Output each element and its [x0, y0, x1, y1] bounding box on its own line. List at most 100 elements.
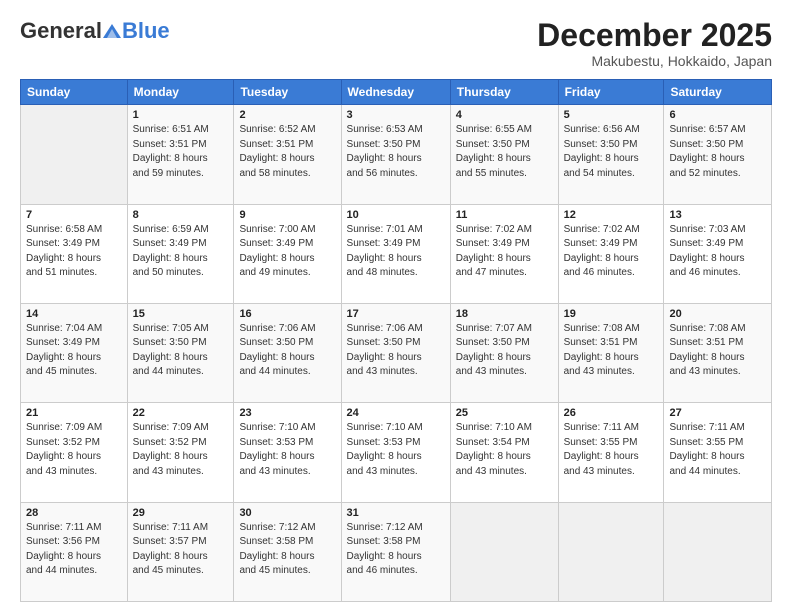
calendar-cell: 19 Sunrise: 7:08 AMSunset: 3:51 PMDayligh… [558, 303, 664, 402]
calendar-cell: 5 Sunrise: 6:56 AMSunset: 3:50 PMDaylight… [558, 105, 664, 204]
day-info: Sunrise: 6:59 AMSunset: 3:49 PMDaylight:… [133, 223, 229, 281]
day-info: Sunrise: 7:02 AMSunset: 3:49 PMDaylight:… [456, 223, 553, 281]
calendar-cell: 27 Sunrise: 7:11 AMSunset: 3:55 PMDayligh… [664, 403, 772, 502]
day-info: Sunrise: 7:06 AMSunset: 3:50 PMDaylight:… [347, 322, 445, 380]
day-number: 5 [564, 109, 659, 121]
weekday-header-thursday: Thursday [450, 80, 558, 105]
location: Makubestu, Hokkaido, Japan [537, 53, 772, 69]
day-info: Sunrise: 7:10 AMSunset: 3:54 PMDaylight:… [456, 421, 553, 479]
calendar-cell: 12 Sunrise: 7:02 AMSunset: 3:49 PMDayligh… [558, 204, 664, 303]
calendar-cell [450, 502, 558, 601]
weekday-header-sunday: Sunday [21, 80, 128, 105]
calendar-cell: 20Sunrise: 7:08 AMSunset: 3:51 PMDayligh… [664, 303, 772, 402]
header: General Blue December 2025 Makubestu, Ho… [20, 18, 772, 69]
day-info: Sunrise: 6:56 AMSunset: 3:50 PMDaylight:… [564, 123, 659, 181]
day-number: 19 [564, 308, 659, 320]
day-number: 28 [26, 507, 122, 519]
calendar-cell: 10 Sunrise: 7:01 AMSunset: 3:49 PMDayligh… [341, 204, 450, 303]
calendar-cell: 15 Sunrise: 7:05 AMSunset: 3:50 PMDayligh… [127, 303, 234, 402]
logo-icon [103, 24, 121, 38]
day-number: 15 [133, 308, 229, 320]
day-info: Sunrise: 7:06 AMSunset: 3:50 PMDaylight:… [239, 322, 335, 380]
day-info: Sunrise: 6:57 AMSunset: 3:50 PMDaylight:… [669, 123, 766, 181]
calendar-cell: 28Sunrise: 7:11 AMSunset: 3:56 PMDayligh… [21, 502, 128, 601]
calendar-cell: 4 Sunrise: 6:55 AMSunset: 3:50 PMDaylight… [450, 105, 558, 204]
day-info: Sunrise: 7:02 AMSunset: 3:49 PMDaylight:… [564, 223, 659, 281]
logo: General Blue [20, 18, 170, 44]
day-info: Sunrise: 7:11 AMSunset: 3:55 PMDaylight:… [669, 421, 766, 479]
calendar-cell: 26Sunrise: 7:11 AMSunset: 3:55 PMDayligh… [558, 403, 664, 502]
calendar-week-1: 1 Sunrise: 6:51 AMSunset: 3:51 PMDaylight… [21, 105, 772, 204]
day-number: 6 [669, 109, 766, 121]
day-info: Sunrise: 7:07 AMSunset: 3:50 PMDaylight:… [456, 322, 553, 380]
day-number: 3 [347, 109, 445, 121]
weekday-header-monday: Monday [127, 80, 234, 105]
day-number: 2 [239, 109, 335, 121]
day-info: Sunrise: 7:01 AMSunset: 3:49 PMDaylight:… [347, 223, 445, 281]
calendar-cell: 21 Sunrise: 7:09 AMSunset: 3:52 PMDayligh… [21, 403, 128, 502]
day-info: Sunrise: 7:12 AMSunset: 3:58 PMDaylight:… [239, 521, 335, 579]
day-number: 21 [26, 407, 122, 419]
calendar-cell: 24Sunrise: 7:10 AMSunset: 3:53 PMDayligh… [341, 403, 450, 502]
day-number: 4 [456, 109, 553, 121]
weekday-header-saturday: Saturday [664, 80, 772, 105]
calendar-cell: 2 Sunrise: 6:52 AMSunset: 3:51 PMDaylight… [234, 105, 341, 204]
day-info: Sunrise: 6:52 AMSunset: 3:51 PMDaylight:… [239, 123, 335, 181]
calendar-cell [664, 502, 772, 601]
day-info: Sunrise: 7:08 AMSunset: 3:51 PMDaylight:… [564, 322, 659, 380]
day-number: 14 [26, 308, 122, 320]
calendar-cell: 18 Sunrise: 7:07 AMSunset: 3:50 PMDayligh… [450, 303, 558, 402]
day-info: Sunrise: 6:55 AMSunset: 3:50 PMDaylight:… [456, 123, 553, 181]
day-info: Sunrise: 7:05 AMSunset: 3:50 PMDaylight:… [133, 322, 229, 380]
calendar-cell: 29Sunrise: 7:11 AMSunset: 3:57 PMDayligh… [127, 502, 234, 601]
title-block: December 2025 Makubestu, Hokkaido, Japan [537, 18, 772, 69]
weekday-header-wednesday: Wednesday [341, 80, 450, 105]
calendar-cell: 7Sunrise: 6:58 AMSunset: 3:49 PMDaylight… [21, 204, 128, 303]
calendar-cell: 6 Sunrise: 6:57 AMSunset: 3:50 PMDaylight… [664, 105, 772, 204]
day-info: Sunrise: 6:51 AMSunset: 3:51 PMDaylight:… [133, 123, 229, 181]
day-number: 1 [133, 109, 229, 121]
day-number: 11 [456, 209, 553, 221]
day-number: 18 [456, 308, 553, 320]
logo-text: General Blue [20, 18, 170, 44]
day-number: 12 [564, 209, 659, 221]
weekday-header-friday: Friday [558, 80, 664, 105]
month-title: December 2025 [537, 18, 772, 53]
calendar-week-4: 21 Sunrise: 7:09 AMSunset: 3:52 PMDayligh… [21, 403, 772, 502]
day-info: Sunrise: 7:11 AMSunset: 3:55 PMDaylight:… [564, 421, 659, 479]
calendar-cell: 30 Sunrise: 7:12 AMSunset: 3:58 PMDayligh… [234, 502, 341, 601]
calendar-cell: 1 Sunrise: 6:51 AMSunset: 3:51 PMDaylight… [127, 105, 234, 204]
day-info: Sunrise: 6:53 AMSunset: 3:50 PMDaylight:… [347, 123, 445, 181]
calendar-cell: 16 Sunrise: 7:06 AMSunset: 3:50 PMDayligh… [234, 303, 341, 402]
day-info: Sunrise: 7:03 AMSunset: 3:49 PMDaylight:… [669, 223, 766, 281]
day-number: 23 [239, 407, 335, 419]
day-info: Sunrise: 7:12 AMSunset: 3:58 PMDaylight:… [347, 521, 445, 579]
day-number: 9 [239, 209, 335, 221]
day-number: 24 [347, 407, 445, 419]
day-number: 13 [669, 209, 766, 221]
day-info: Sunrise: 7:08 AMSunset: 3:51 PMDaylight:… [669, 322, 766, 380]
calendar-cell [21, 105, 128, 204]
calendar-cell: 3 Sunrise: 6:53 AMSunset: 3:50 PMDaylight… [341, 105, 450, 204]
day-number: 27 [669, 407, 766, 419]
calendar-week-2: 7Sunrise: 6:58 AMSunset: 3:49 PMDaylight… [21, 204, 772, 303]
day-number: 30 [239, 507, 335, 519]
day-number: 31 [347, 507, 445, 519]
calendar-cell: 25Sunrise: 7:10 AMSunset: 3:54 PMDayligh… [450, 403, 558, 502]
day-number: 16 [239, 308, 335, 320]
calendar-cell: 9Sunrise: 7:00 AMSunset: 3:49 PMDaylight… [234, 204, 341, 303]
day-number: 10 [347, 209, 445, 221]
calendar-cell: 23 Sunrise: 7:10 AMSunset: 3:53 PMDayligh… [234, 403, 341, 502]
calendar-cell: 13 Sunrise: 7:03 AMSunset: 3:49 PMDayligh… [664, 204, 772, 303]
day-info: Sunrise: 7:10 AMSunset: 3:53 PMDaylight:… [239, 421, 335, 479]
day-number: 29 [133, 507, 229, 519]
calendar-week-3: 14 Sunrise: 7:04 AMSunset: 3:49 PMDayligh… [21, 303, 772, 402]
calendar-cell: 31 Sunrise: 7:12 AMSunset: 3:58 PMDayligh… [341, 502, 450, 601]
day-info: Sunrise: 7:04 AMSunset: 3:49 PMDaylight:… [26, 322, 122, 380]
weekday-header-tuesday: Tuesday [234, 80, 341, 105]
day-info: Sunrise: 7:09 AMSunset: 3:52 PMDaylight:… [26, 421, 122, 479]
weekday-header-row: SundayMondayTuesdayWednesdayThursdayFrid… [21, 80, 772, 105]
calendar-cell: 14 Sunrise: 7:04 AMSunset: 3:49 PMDayligh… [21, 303, 128, 402]
logo-general: General [20, 18, 102, 44]
calendar-cell: 22Sunrise: 7:09 AMSunset: 3:52 PMDayligh… [127, 403, 234, 502]
